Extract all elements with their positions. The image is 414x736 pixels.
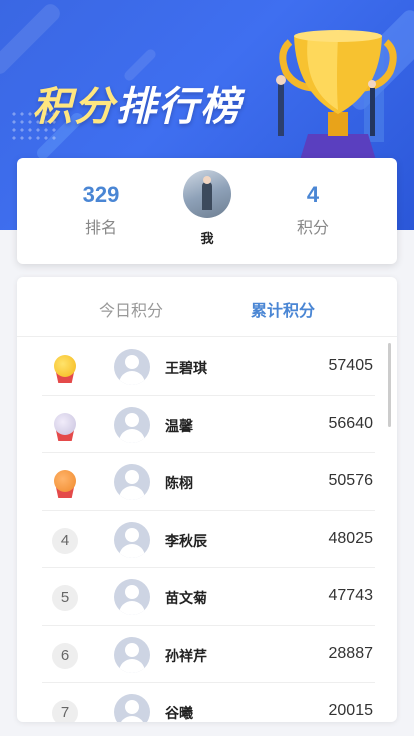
gold-medal-icon <box>52 355 78 383</box>
user-name: 谷曦 <box>165 706 193 722</box>
user-name: 苗文菊 <box>165 591 207 607</box>
list-item[interactable]: 王碧琪 57405 <box>17 338 397 396</box>
user-score: 56640 <box>328 414 374 432</box>
tab-total-points[interactable]: 累计积分 <box>223 297 343 321</box>
my-points-label: 积分 <box>296 218 329 237</box>
scrollbar[interactable] <box>388 343 391 427</box>
user-score: 20015 <box>328 702 374 719</box>
my-points-stat: 4 积分 <box>253 182 373 238</box>
my-rank-label: 排名 <box>84 218 117 237</box>
my-rank-stat: 329 排名 <box>41 182 161 238</box>
user-score: 48025 <box>328 529 374 547</box>
list-item[interactable]: 7 谷曦 20015 <box>17 683 397 722</box>
user-name: 温馨 <box>165 418 193 435</box>
list-item[interactable]: 陈栩 50576 <box>17 453 397 511</box>
page-title: 积分排行榜 <box>32 84 242 130</box>
avatar[interactable] <box>114 579 150 615</box>
tab-bar: 今日积分 累计积分 <box>17 277 397 337</box>
my-profile[interactable]: 我 <box>183 170 231 247</box>
rank-number: 4 <box>52 527 78 554</box>
avatar[interactable] <box>114 636 150 673</box>
rank-number: 5 <box>52 585 78 611</box>
leaderboard-card: 今日积分 累计积分 王碧琪 57405 温馨 56640 陈栩 50576 4 … <box>17 277 397 722</box>
user-score: 47743 <box>328 587 374 604</box>
leaderboard-list[interactable]: 王碧琪 57405 温馨 56640 陈栩 50576 4 李秋辰 48025 … <box>17 338 397 722</box>
user-name: 陈栩 <box>165 476 193 492</box>
trophy-icon <box>276 30 397 160</box>
user-score: 57405 <box>328 357 374 374</box>
user-score: 28887 <box>328 644 374 662</box>
list-item[interactable]: 4 李秋辰 48025 <box>17 511 397 569</box>
rank-number: 6 <box>52 642 78 669</box>
bronze-medal-icon <box>52 470 78 498</box>
avatar[interactable] <box>183 170 231 218</box>
user-name: 孙祥芹 <box>165 648 207 665</box>
list-item[interactable]: 温馨 56640 <box>17 396 397 454</box>
avatar[interactable] <box>114 349 150 385</box>
user-score: 50576 <box>328 472 374 489</box>
avatar[interactable] <box>114 406 150 443</box>
my-rank-card: 329 排名 我 4 积分 <box>17 158 397 264</box>
my-name: 我 <box>200 232 214 247</box>
my-points-value: 4 <box>306 182 320 207</box>
silver-medal-icon <box>52 412 78 441</box>
avatar[interactable] <box>114 521 150 558</box>
avatar[interactable] <box>114 464 150 500</box>
tab-today-points[interactable]: 今日积分 <box>71 297 191 321</box>
my-rank-value: 329 <box>82 182 120 207</box>
avatar[interactable] <box>114 694 150 722</box>
list-item[interactable]: 5 苗文菊 47743 <box>17 568 397 626</box>
user-name: 李秋辰 <box>165 533 207 550</box>
rank-number: 7 <box>52 700 78 722</box>
list-item[interactable]: 6 孙祥芹 28887 <box>17 626 397 684</box>
user-name: 王碧琪 <box>165 361 207 377</box>
